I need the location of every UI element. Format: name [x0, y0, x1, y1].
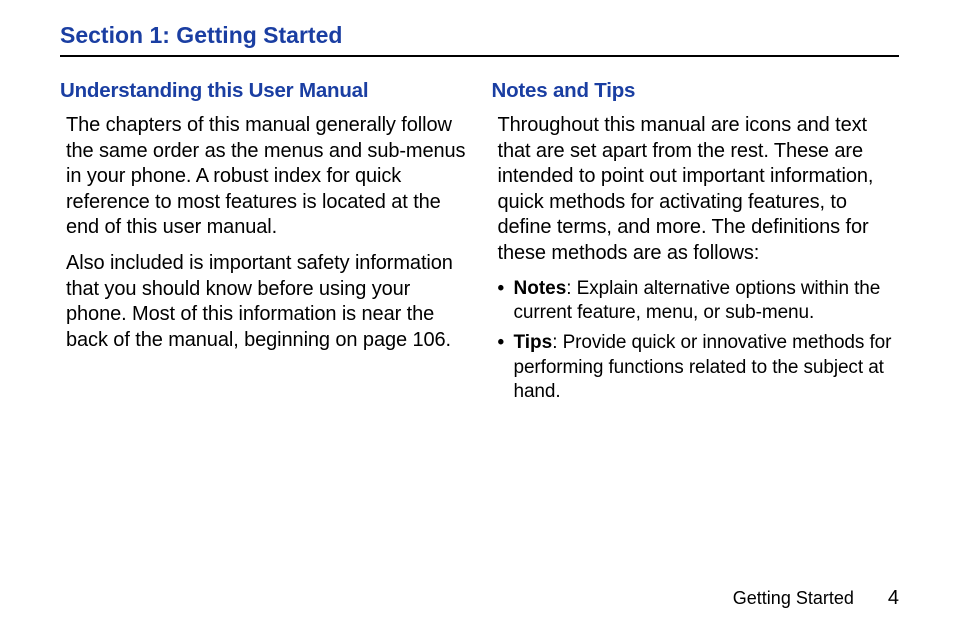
- bullet-item: Notes: Explain alternative options withi…: [498, 277, 900, 326]
- right-heading: Notes and Tips: [492, 79, 900, 103]
- bullet-term: Notes: [514, 278, 567, 299]
- manual-page: Section 1: Getting Started Understanding…: [0, 0, 954, 636]
- right-body: Throughout this manual are icons and tex…: [492, 113, 900, 404]
- left-body: The chapters of this manual generally fo…: [60, 113, 468, 353]
- left-heading: Understanding this User Manual: [60, 79, 468, 103]
- section-title: Section 1: Getting Started: [60, 22, 899, 57]
- bullet-text: : Explain alternative options within the…: [514, 278, 881, 323]
- bullet-term: Tips: [514, 332, 553, 353]
- bullet-item: Tips: Provide quick or innovative method…: [498, 331, 900, 404]
- content-columns: Understanding this User Manual The chapt…: [60, 79, 899, 410]
- footer-section: Getting Started: [733, 588, 854, 609]
- paragraph: Throughout this manual are icons and tex…: [498, 113, 900, 267]
- page-footer: Getting Started 4: [733, 587, 899, 610]
- left-column: Understanding this User Manual The chapt…: [60, 79, 468, 410]
- bullet-text: : Provide quick or innovative methods fo…: [514, 332, 892, 402]
- right-column: Notes and Tips Throughout this manual ar…: [492, 79, 900, 410]
- paragraph: The chapters of this manual generally fo…: [66, 113, 468, 241]
- page-number: 4: [888, 587, 899, 610]
- paragraph: Also included is important safety inform…: [66, 251, 468, 353]
